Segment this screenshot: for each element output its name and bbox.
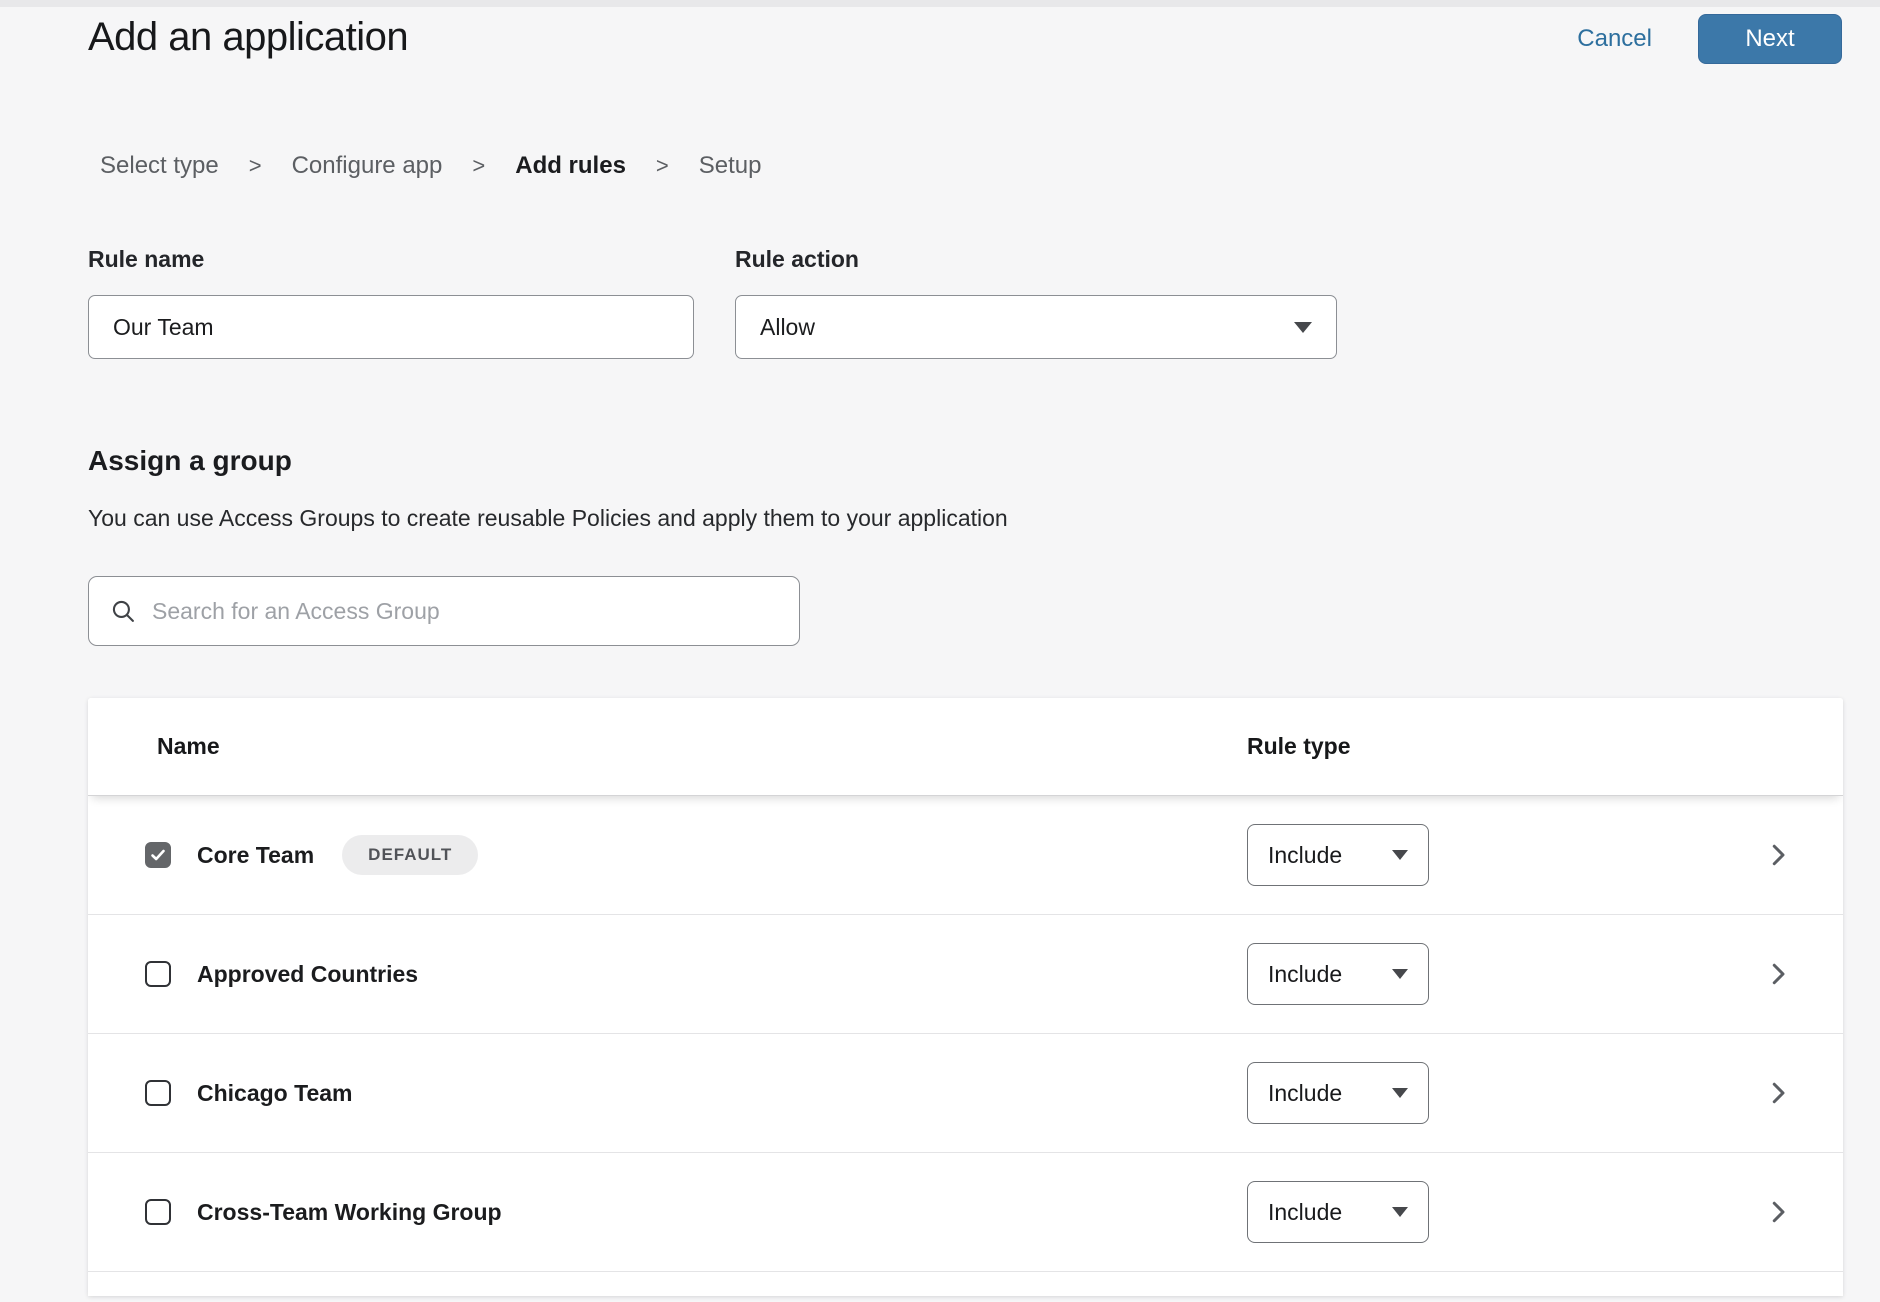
page-header: Add an application Cancel Next: [88, 11, 1842, 64]
chevron-down-icon: [1392, 969, 1408, 979]
access-group-search[interactable]: [88, 576, 800, 646]
chevron-right-icon[interactable]: [1763, 1197, 1793, 1227]
rule-name-input[interactable]: [88, 295, 694, 359]
breadcrumb-separator: >: [656, 153, 669, 179]
rule-name-field-group: Rule name: [88, 246, 694, 359]
rule-type-select[interactable]: Include: [1247, 1062, 1429, 1124]
rule-form: Rule name Rule action Allow: [88, 246, 1842, 359]
rule-action-label: Rule action: [735, 246, 1337, 273]
chevron-down-icon: [1392, 1207, 1408, 1217]
chevron-down-icon: [1392, 850, 1408, 860]
group-name: Approved Countries: [197, 961, 418, 988]
rule-type-select[interactable]: Include: [1247, 1181, 1429, 1243]
search-input[interactable]: [152, 598, 777, 625]
top-divider: [0, 0, 1880, 7]
table-row: Approved Countries Include: [88, 915, 1843, 1034]
group-name: Core Team: [197, 842, 314, 869]
row-checkbox[interactable]: [145, 961, 171, 987]
access-groups-table: Name Rule type Core Team DEFAULT Include: [88, 698, 1843, 1296]
row-checkbox[interactable]: [145, 1080, 171, 1106]
row-checkbox[interactable]: [145, 1199, 171, 1225]
search-icon: [111, 599, 136, 624]
assign-group-heading: Assign a group: [88, 445, 1880, 477]
rule-action-value: Allow: [760, 314, 815, 341]
rule-action-select[interactable]: Allow: [735, 295, 1337, 359]
rule-name-label: Rule name: [88, 246, 694, 273]
assign-group-description: You can use Access Groups to create reus…: [88, 505, 1880, 532]
default-badge: DEFAULT: [342, 835, 478, 875]
group-name: Cross-Team Working Group: [197, 1199, 502, 1226]
table-row-partial: [88, 1272, 1843, 1296]
checkmark-icon: [150, 847, 166, 863]
rule-type-value: Include: [1268, 842, 1342, 869]
rule-type-select[interactable]: Include: [1247, 824, 1429, 886]
table-row: Core Team DEFAULT Include: [88, 796, 1843, 915]
rule-type-value: Include: [1268, 1080, 1342, 1107]
breadcrumb-separator: >: [472, 153, 485, 179]
table-row: Cross-Team Working Group Include: [88, 1153, 1843, 1272]
add-application-page: Add an application Cancel Next Select ty…: [0, 0, 1880, 1302]
breadcrumb-step-add-rules[interactable]: Add rules: [515, 152, 626, 180]
chevron-down-icon: [1294, 322, 1312, 333]
rule-type-select[interactable]: Include: [1247, 943, 1429, 1005]
header-actions: Cancel Next: [1577, 14, 1842, 64]
chevron-right-icon[interactable]: [1763, 840, 1793, 870]
rule-type-value: Include: [1268, 1199, 1342, 1226]
breadcrumb: Select type > Configure app > Add rules …: [100, 152, 1880, 180]
chevron-right-icon[interactable]: [1763, 1078, 1793, 1108]
table-header: Name Rule type: [88, 698, 1843, 796]
rule-action-field-group: Rule action Allow: [735, 246, 1337, 359]
column-header-name: Name: [157, 733, 220, 760]
row-checkbox[interactable]: [145, 842, 171, 868]
chevron-down-icon: [1392, 1088, 1408, 1098]
table-row: Chicago Team Include: [88, 1034, 1843, 1153]
column-header-rule-type: Rule type: [1247, 733, 1351, 760]
next-button[interactable]: Next: [1698, 14, 1842, 64]
breadcrumb-step-setup[interactable]: Setup: [699, 152, 762, 180]
breadcrumb-step-configure-app[interactable]: Configure app: [292, 152, 443, 180]
group-name: Chicago Team: [197, 1080, 353, 1107]
page-title: Add an application: [88, 11, 408, 63]
chevron-right-icon[interactable]: [1763, 959, 1793, 989]
cancel-button[interactable]: Cancel: [1577, 25, 1652, 53]
breadcrumb-step-select-type[interactable]: Select type: [100, 152, 219, 180]
breadcrumb-separator: >: [249, 153, 262, 179]
rule-type-value: Include: [1268, 961, 1342, 988]
